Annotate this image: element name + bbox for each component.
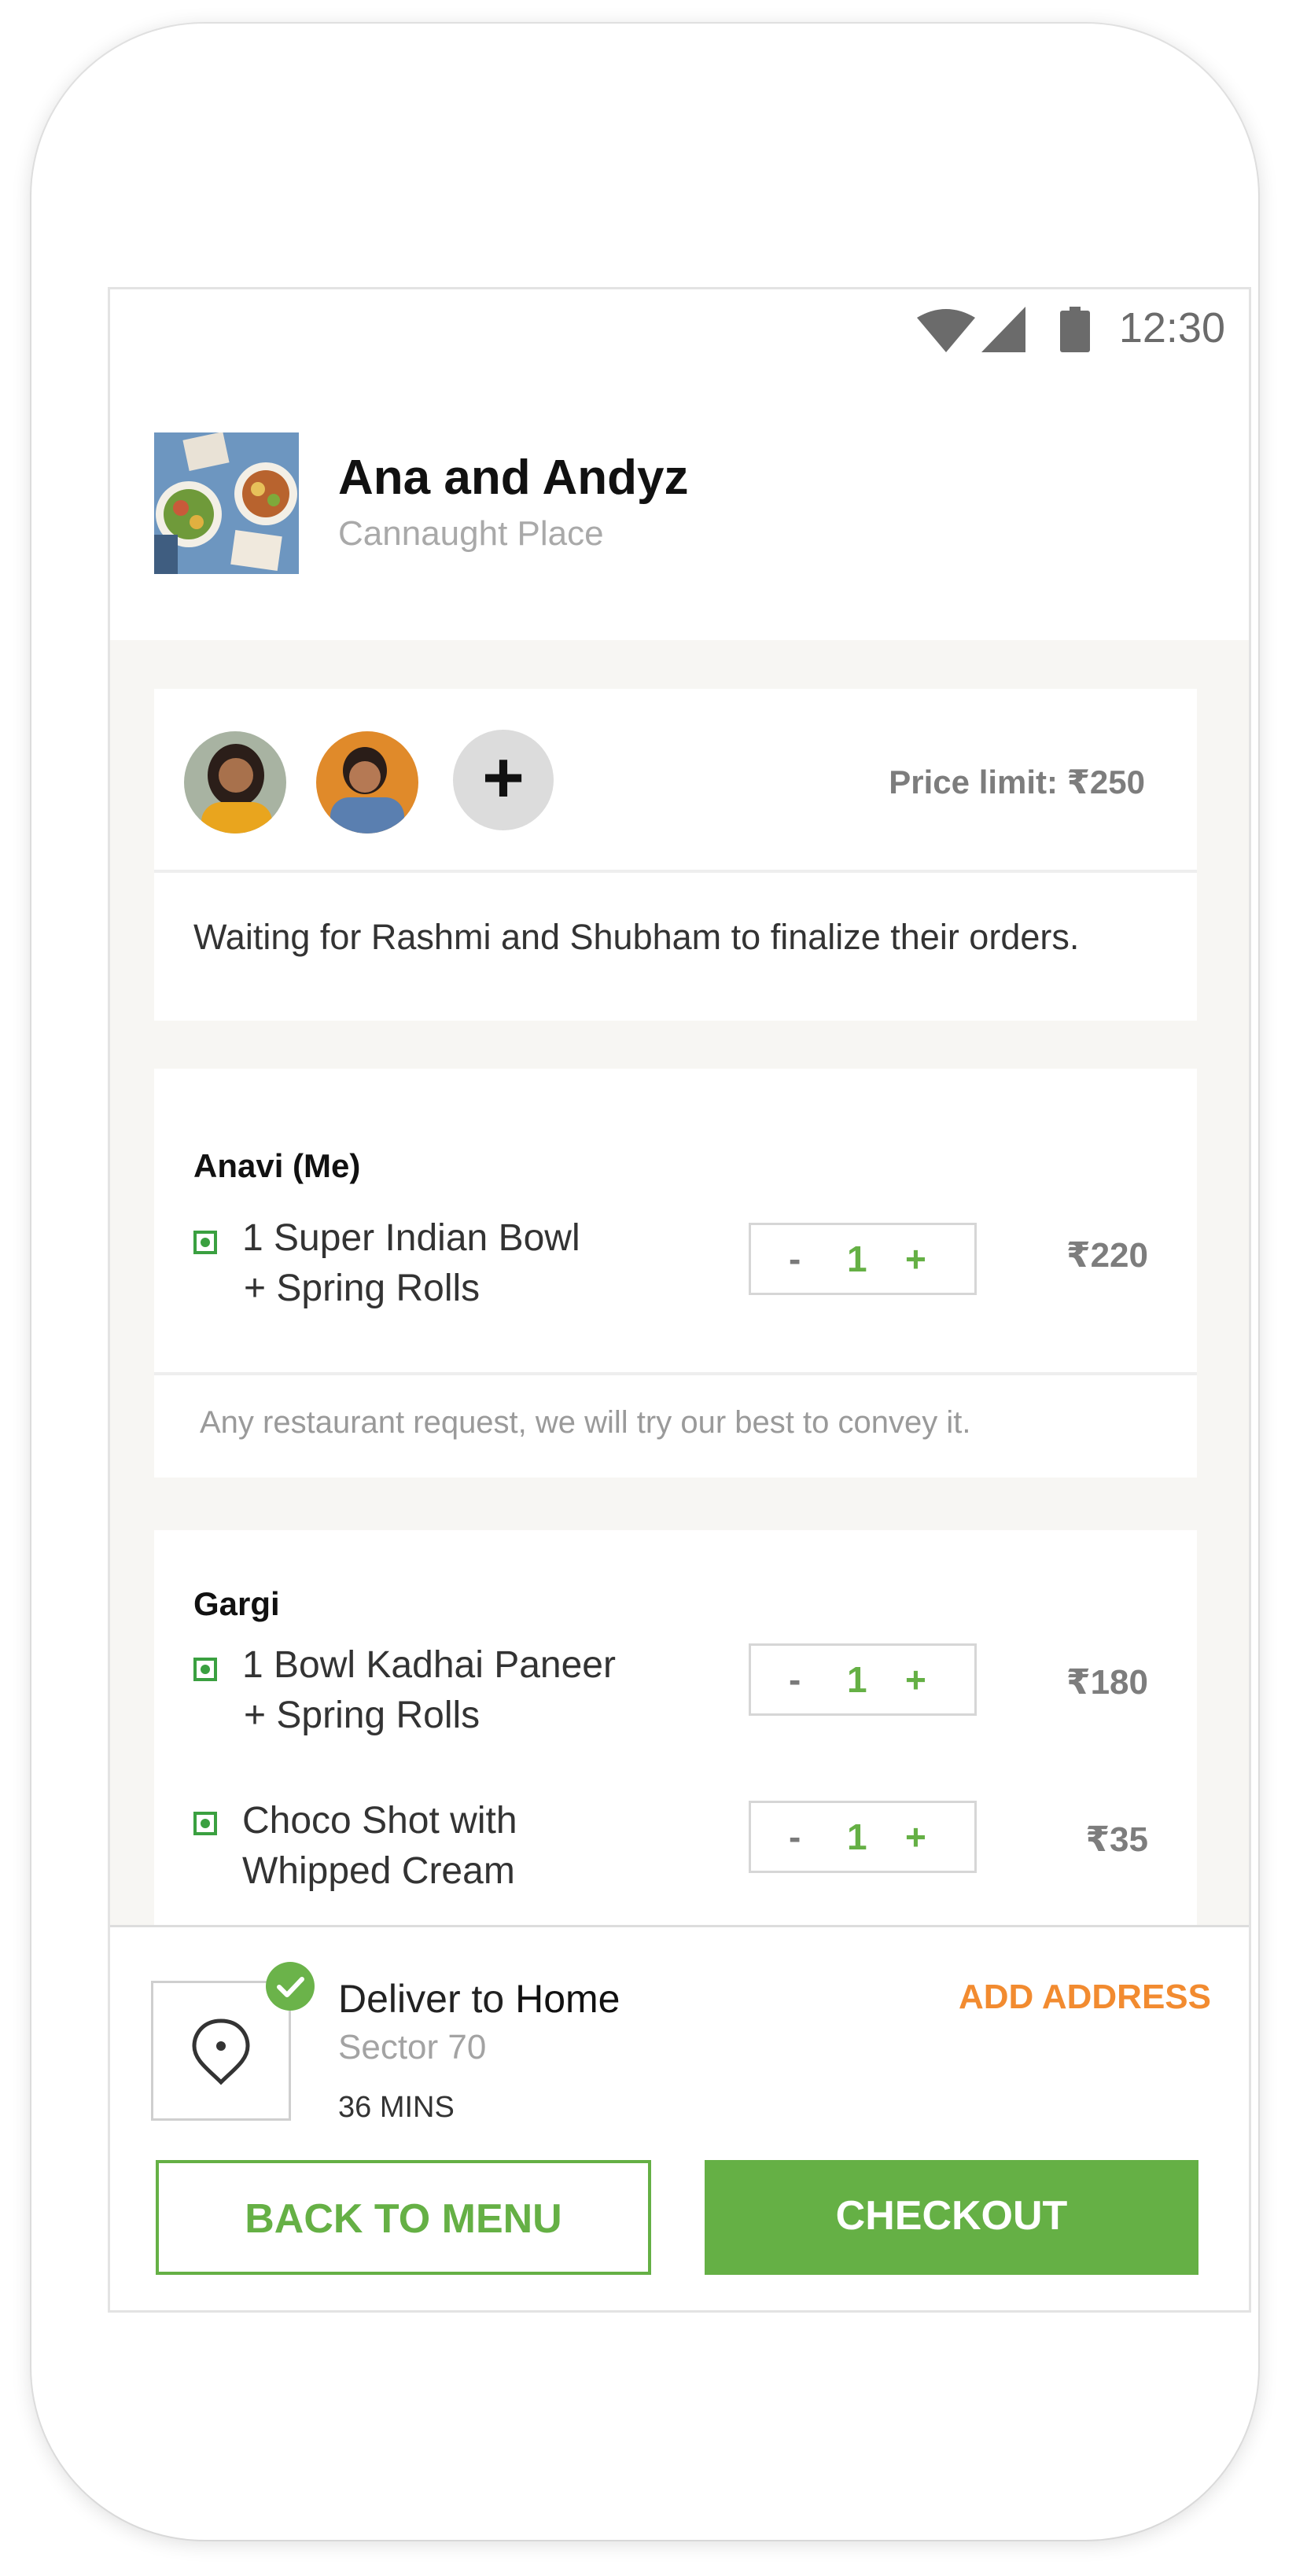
status-time: 12:30 [1118, 304, 1225, 351]
delivery-eta: 36 MINS [338, 2091, 455, 2124]
avatar[interactable] [316, 731, 418, 834]
delivery-label: Deliver to [338, 1977, 505, 2021]
delivery-place: Home [515, 1977, 620, 2021]
quantity-value: 1 [847, 1659, 867, 1700]
quantity-value: 1 [847, 1816, 867, 1857]
signal-icon [981, 307, 1025, 352]
checkout-button[interactable]: CHECKOUT [705, 2160, 1198, 2275]
divider [154, 870, 1197, 873]
order-person-name: Anavi (Me) [193, 1147, 361, 1184]
avatar[interactable] [184, 731, 286, 834]
divider [154, 1372, 1197, 1375]
order-card-gargi: Gargi 1 Bowl Kadhai Paneer + Spring Roll… [154, 1530, 1197, 1955]
delivery-sector: Sector 70 [338, 2028, 487, 2066]
phone-frame: 12:30 Ana and Andyz Cannaught Place + Pr… [31, 24, 1258, 2540]
order-card-anavi: Anavi (Me) 1 Super Indian Bowl + Spring … [154, 1069, 1197, 1478]
item-price: ₹220 [1066, 1236, 1148, 1275]
add-member-button[interactable]: + [453, 730, 554, 830]
decrease-button[interactable]: - [789, 1816, 801, 1858]
restaurant-thumbnail [154, 432, 299, 574]
price-limit: Price limit: ₹250 [889, 764, 1145, 800]
order-item-name: 1 Bowl Kadhai Paneer + Spring Rolls [242, 1644, 616, 1736]
restaurant-request-input[interactable]: Any restaurant request, we will try our … [200, 1405, 970, 1441]
status-bar: 12:30 [110, 289, 1249, 368]
order-item-name: Choco Shot with Whipped Cream [242, 1800, 517, 1892]
order-person-name: Gargi [193, 1585, 280, 1622]
veg-icon [193, 1812, 217, 1835]
delivery-title: Deliver to Home [338, 1976, 620, 2022]
add-address-link[interactable]: ADD ADDRESS [959, 1978, 1211, 2017]
increase-button[interactable]: + [905, 1658, 926, 1701]
item-price: ₹35 [1085, 1820, 1148, 1859]
app-screen: 12:30 Ana and Andyz Cannaught Place + Pr… [110, 289, 1249, 2310]
group-card: + Price limit: ₹250 Waiting for Rashmi a… [154, 689, 1197, 1021]
quantity-stepper: - 1 + [749, 1643, 977, 1716]
increase-button[interactable]: + [905, 1238, 926, 1280]
quantity-stepper: - 1 + [749, 1223, 977, 1295]
checkout-footer: Deliver to Home Sector 70 36 MINS ADD AD… [110, 1925, 1249, 2310]
decrease-button[interactable]: - [789, 1238, 801, 1280]
veg-icon [193, 1658, 217, 1681]
veg-icon [193, 1231, 217, 1254]
restaurant-name: Ana and Andyz [338, 451, 689, 505]
restaurant-header: Ana and Andyz Cannaught Place [110, 368, 1249, 640]
check-icon [266, 1962, 315, 2011]
increase-button[interactable]: + [905, 1816, 926, 1858]
back-to-menu-button[interactable]: BACK TO MENU [156, 2160, 651, 2275]
restaurant-location: Cannaught Place [338, 514, 604, 553]
quantity-stepper: - 1 + [749, 1801, 977, 1873]
wifi-icon [917, 309, 975, 352]
decrease-button[interactable]: - [789, 1658, 801, 1701]
quantity-value: 1 [847, 1238, 867, 1279]
waiting-message: Waiting for Rashmi and Shubham to finali… [193, 917, 1080, 957]
item-price: ₹180 [1066, 1663, 1148, 1702]
order-item-name: 1 Super Indian Bowl + Spring Rolls [242, 1217, 580, 1309]
battery-icon [1060, 307, 1090, 352]
